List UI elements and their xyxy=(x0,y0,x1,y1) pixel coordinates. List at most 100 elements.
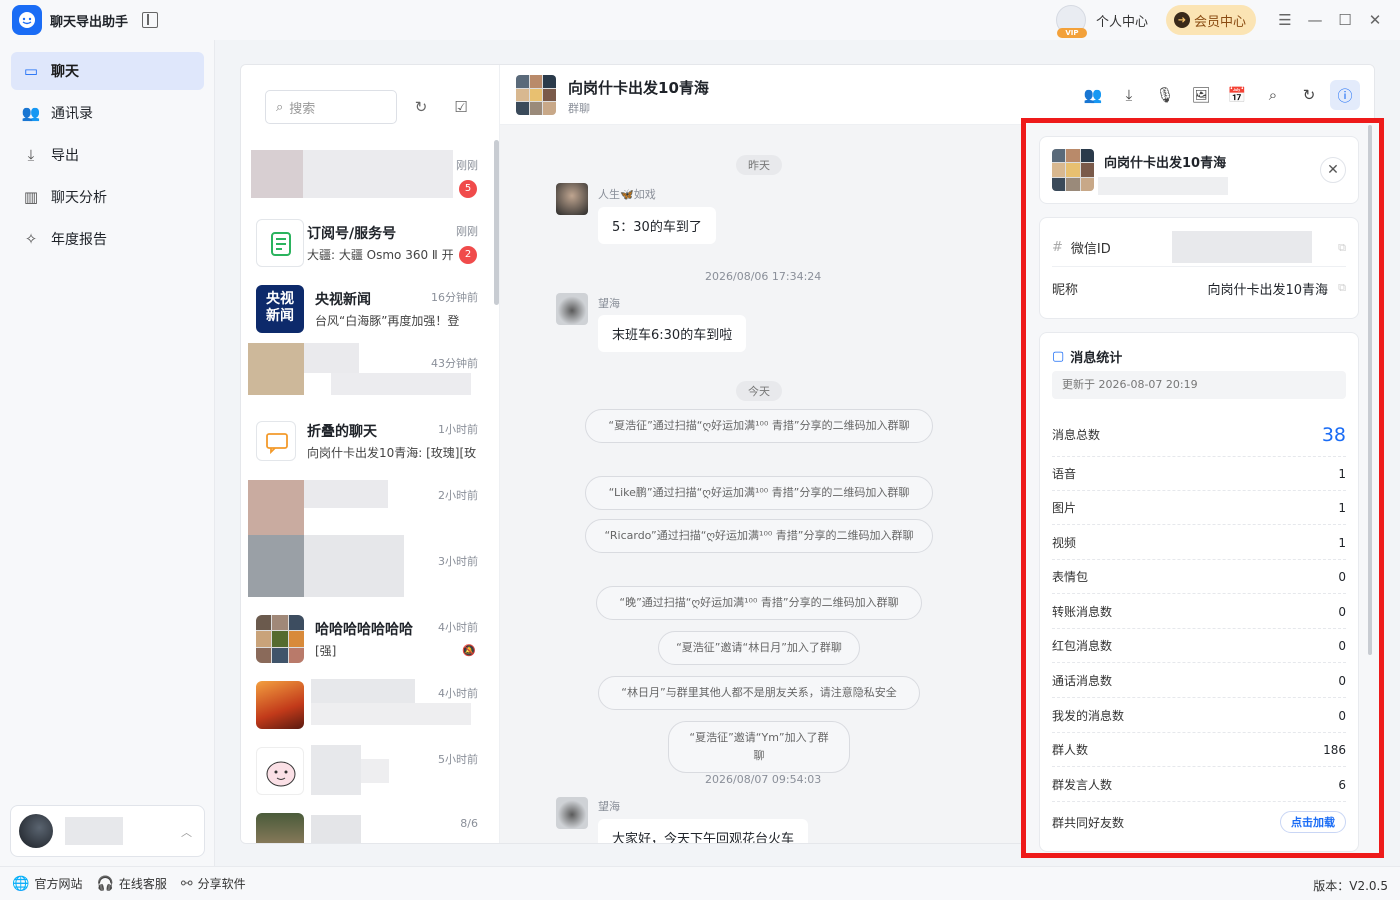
stat-row: 群发言人数 6 xyxy=(1052,768,1346,802)
vip-avatar[interactable]: VIP xyxy=(1055,5,1087,38)
share-software-link[interactable]: ⚯ 分享软件 xyxy=(181,875,246,892)
stat-label: 转账消息数 xyxy=(1052,605,1113,619)
blurred-content xyxy=(304,343,359,373)
nav-item-chat[interactable]: ▭ 聊天 xyxy=(11,52,204,90)
info-panel-scrollbar[interactable] xyxy=(1368,125,1372,655)
stat-label: 语音 xyxy=(1052,467,1077,481)
group-avatar xyxy=(516,75,556,115)
search-input[interactable]: ⌕ 搜索 xyxy=(265,90,397,124)
list-item[interactable]: 8/6 xyxy=(241,805,491,843)
stat-value: 38 xyxy=(1321,423,1346,446)
list-item[interactable]: 哈哈哈哈哈哈哈 [强] 4小时前 🔕 xyxy=(241,607,491,673)
blurred-content xyxy=(303,150,453,198)
check-square-icon[interactable]: ☑ xyxy=(451,97,471,117)
copy-icon[interactable]: ⧉ xyxy=(1338,281,1346,295)
nav-item-contacts[interactable]: 👥 通讯录 xyxy=(11,94,204,132)
bottom-bar: 🌐 官方网站 🎧 在线客服 ⚯ 分享软件 版本：V2.0.5 xyxy=(0,866,1400,900)
sender-name: 望海 xyxy=(598,800,620,813)
group-name: 向岗什卡出发10青海 xyxy=(1104,156,1227,171)
chat-name: 折叠的聊天 xyxy=(307,424,377,440)
menu-icon[interactable]: ☰ xyxy=(1270,5,1300,35)
message-bubble[interactable]: 5：30的车到了 xyxy=(598,207,716,244)
avatar xyxy=(556,797,588,829)
search-placeholder: 搜索 xyxy=(289,101,316,117)
chat-time: 3小时前 xyxy=(438,555,478,568)
list-item[interactable]: 3小时前 xyxy=(241,535,491,607)
chevron-up-icon: ︿ xyxy=(181,826,192,839)
list-item[interactable]: 5小时前 xyxy=(241,739,491,805)
avatar xyxy=(248,480,304,536)
chat-time: 4小时前 xyxy=(438,621,478,634)
refresh-icon[interactable]: ↻ xyxy=(411,97,431,117)
chat-name: 哈哈哈哈哈哈哈 xyxy=(315,622,413,638)
wechat-id-blurred xyxy=(1172,231,1312,263)
user-card[interactable]: ︿ xyxy=(10,805,205,857)
avatar xyxy=(256,813,304,843)
blurred-content xyxy=(361,759,389,783)
stat-label: 红包消息数 xyxy=(1052,639,1113,653)
stat-row-total: 消息总数 38 xyxy=(1052,413,1346,457)
stat-value: 0 xyxy=(1338,569,1346,584)
calendar-icon[interactable]: 📅 xyxy=(1222,80,1252,110)
id-card: # 微信ID ⧉ 昵称 向岗什卡出发10青海 ⧉ xyxy=(1039,217,1359,319)
maximize-icon[interactable]: ☐ xyxy=(1330,5,1360,35)
load-common-friends-button[interactable]: 点击加载 xyxy=(1280,811,1346,833)
close-icon[interactable]: ✕ xyxy=(1360,5,1390,35)
chat-time: 8/6 xyxy=(460,817,478,830)
stat-value: 1 xyxy=(1338,535,1346,550)
unread-badge: 5 xyxy=(459,180,477,198)
nav-item-export[interactable]: ⤓ 导出 xyxy=(11,136,204,174)
globe-icon: 🌐 xyxy=(12,875,30,892)
stat-value: 0 xyxy=(1338,673,1346,688)
microphone-icon[interactable]: 🎙 xyxy=(1150,80,1180,110)
sidebar-collapse-icon[interactable] xyxy=(142,12,159,28)
search-icon[interactable]: ⌕ xyxy=(1258,80,1288,110)
system-message: “夏浩征”邀请“林日月”加入了群聊 xyxy=(658,631,860,665)
member-center-label: 会员中心 xyxy=(1193,14,1246,30)
nav-item-analysis[interactable]: ▥ 聊天分析 xyxy=(11,178,204,216)
message-bubble[interactable]: 大家好，今天下午回观花台火车 xyxy=(598,819,809,843)
search-icon: ⌕ xyxy=(276,99,284,115)
copy-icon[interactable]: ⧉ xyxy=(1338,241,1346,255)
avatar xyxy=(556,183,588,215)
chat-header: 向岗什卡出发10青海 群聊 👥 ⤓ 🎙 🖼 📅 ⌕ ↻ ⓘ xyxy=(500,65,1374,125)
image-icon[interactable]: 🖼 xyxy=(1186,80,1216,110)
sender-name: 人生🦋如戏 xyxy=(598,188,656,201)
avatar xyxy=(251,150,303,198)
official-site-link[interactable]: 🌐 官方网站 xyxy=(12,875,82,892)
list-item[interactable]: 折叠的聊天 向岗什卡出发10青海: [玫瑰][玫 1小时前 xyxy=(241,409,491,475)
stat-label: 通话消息数 xyxy=(1052,674,1113,688)
member-center-button[interactable]: ➜ 会员中心 xyxy=(1165,5,1256,35)
timestamp: 2026/08/06 17:34:24 xyxy=(705,270,822,283)
refresh-icon[interactable]: ↻ xyxy=(1294,80,1324,110)
online-support-link[interactable]: 🎧 在线客服 xyxy=(96,875,166,892)
nav-item-annual-report[interactable]: ✧ 年度报告 xyxy=(11,220,204,258)
stat-label: 群人数 xyxy=(1052,743,1089,757)
blurred-content xyxy=(311,745,361,795)
stat-value: 186 xyxy=(1323,742,1346,757)
list-item[interactable]: 2小时前 xyxy=(241,475,491,541)
avatar xyxy=(256,747,304,795)
chat-list: ⌕ 搜索 ↻ ☑ 刚刚 5 订阅号/服务号 大疆: 大疆 Osmo 360 Ⅱ … xyxy=(241,65,500,843)
list-item[interactable]: 央视 新闻 央视新闻 台风“白海豚”再度加强！登 16分钟前 xyxy=(241,277,491,343)
chat-list-scrollbar[interactable] xyxy=(494,140,499,305)
nav-label: 通讯录 xyxy=(51,106,93,122)
list-item[interactable]: 订阅号/服务号 大疆: 大疆 Osmo 360 Ⅱ 开 刚刚 2 xyxy=(241,211,491,277)
stats-title: 消息统计 xyxy=(1070,351,1123,366)
close-icon[interactable]: ✕ xyxy=(1320,157,1346,183)
stat-row: 红包消息数 0 xyxy=(1052,629,1346,663)
download-icon[interactable]: ⤓ xyxy=(1114,80,1144,110)
list-item[interactable]: 刚刚 5 xyxy=(241,145,491,211)
list-item[interactable]: 4小时前 xyxy=(241,673,491,739)
subscription-icon xyxy=(256,219,304,267)
stat-row: 表情包 0 xyxy=(1052,560,1346,594)
chat-time: 刚刚 xyxy=(456,225,478,238)
minimize-icon[interactable]: — xyxy=(1300,5,1330,35)
message-bubble[interactable]: 末班车6:30的车到啦 xyxy=(598,315,747,352)
list-item[interactable]: 43分钟前 xyxy=(241,343,491,409)
info-icon[interactable]: ⓘ xyxy=(1330,80,1360,110)
date-divider: 今天 xyxy=(736,381,782,401)
personal-center-link[interactable]: 个人中心 xyxy=(1096,11,1148,30)
members-icon[interactable]: 👥 xyxy=(1078,80,1108,110)
folder-chat-icon xyxy=(256,421,296,461)
